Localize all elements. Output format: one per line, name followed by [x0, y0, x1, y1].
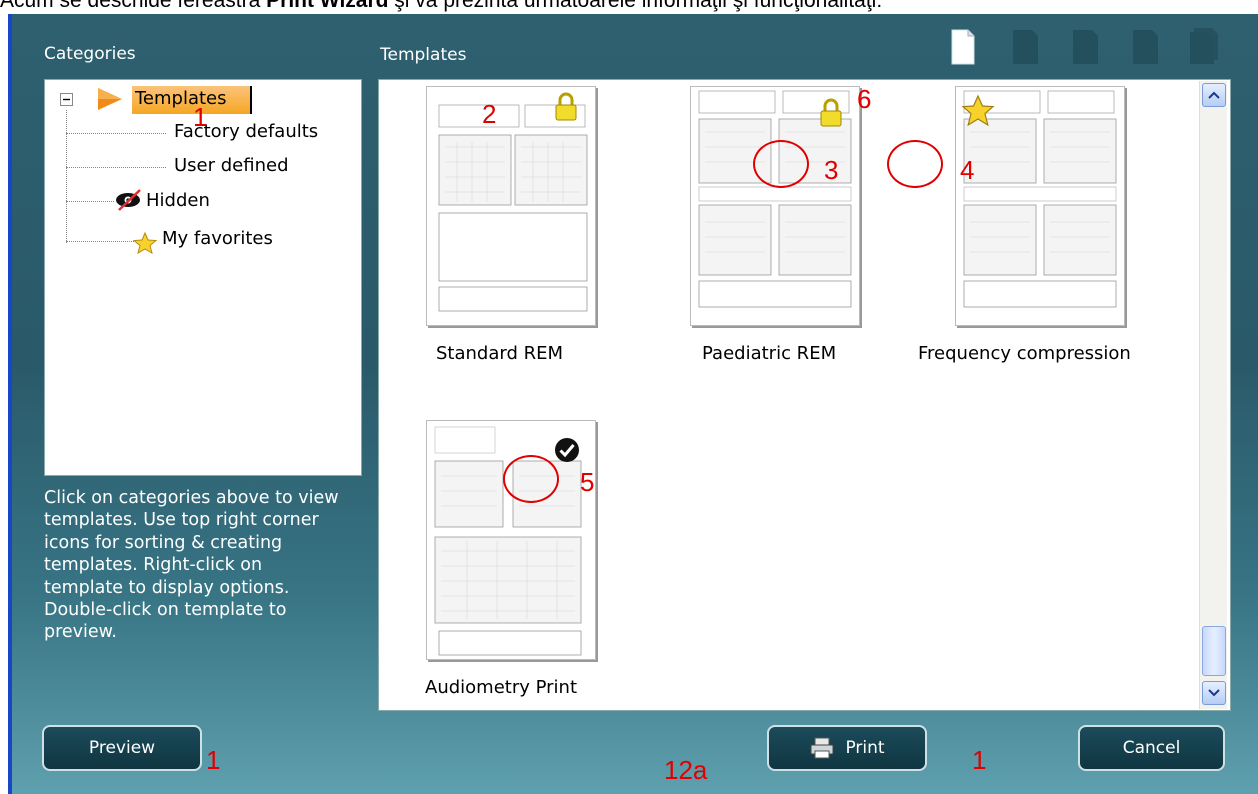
annotation-circle — [753, 140, 809, 188]
templates-arrow-icon — [98, 88, 122, 110]
caption-bold: Print Wizard — [266, 0, 389, 12]
caption-prefix: Acum se deschide fereastra — [0, 0, 267, 12]
tree-guide-branch — [66, 201, 114, 202]
printer-icon — [810, 737, 834, 759]
page-view-icon-3[interactable] — [1130, 26, 1160, 66]
annotation-marker: 1 — [206, 745, 221, 775]
annotation-marker: 1 — [972, 745, 987, 775]
template-label-frequency-compression: Frequency compression — [918, 343, 1131, 364]
template-thumbnail-standard-rem[interactable] — [426, 86, 596, 326]
templates-scrollbar[interactable] — [1199, 81, 1227, 709]
annotation-marker: 3 — [824, 155, 839, 185]
annotation-marker: 5 — [580, 467, 595, 497]
collapse-icon[interactable] — [60, 93, 73, 106]
tree-guide-branch — [66, 167, 166, 168]
tree-item-my-favorites[interactable]: My favorites — [162, 228, 273, 249]
template-label-paediatric-rem: Paediatric REM — [702, 343, 837, 364]
categories-heading: Categories — [44, 44, 136, 64]
hidden-eye-icon — [116, 189, 141, 211]
template-preview-image — [438, 104, 588, 312]
tree-guide-branch — [66, 241, 134, 242]
star-icon — [961, 94, 995, 127]
annotation-circle — [503, 455, 559, 503]
scroll-thumb[interactable] — [1202, 626, 1226, 676]
tree-item-templates[interactable]: Templates — [132, 86, 252, 114]
lock-icon — [820, 98, 842, 127]
star-icon — [132, 232, 158, 254]
caption-suffix: şi va prezinta urmatoarele informaţii şi… — [388, 0, 883, 12]
scroll-up-button[interactable] — [1202, 83, 1226, 107]
print-button-label: Print — [845, 738, 885, 758]
templates-heading: Templates — [380, 45, 467, 65]
tree-guide-branch — [66, 133, 166, 134]
annotation-marker: 1 — [193, 102, 208, 132]
cancel-button[interactable]: Cancel — [1078, 725, 1225, 771]
chevron-up-icon — [1208, 91, 1220, 99]
annotation-marker: 12a — [664, 755, 708, 785]
help-text: Click on categories above to view templa… — [44, 488, 339, 643]
tree-item-user-defined[interactable]: User defined — [174, 155, 289, 176]
annotation-marker: 4 — [960, 155, 975, 185]
checkmark-icon — [555, 438, 579, 462]
template-label-standard-rem: Standard REM — [436, 343, 564, 364]
preview-button-label: Preview — [88, 738, 156, 758]
lock-icon — [555, 92, 577, 121]
scroll-down-button[interactable] — [1202, 681, 1226, 705]
tree-item-hidden[interactable]: Hidden — [146, 190, 210, 211]
cancel-button-label: Cancel — [1122, 738, 1181, 758]
preview-button[interactable]: Preview — [42, 725, 202, 771]
new-template-icon[interactable] — [950, 26, 976, 66]
template-label-audiometry-print: Audiometry Print — [425, 677, 578, 698]
annotation-circle — [887, 140, 943, 188]
annotation-marker: 2 — [482, 99, 497, 129]
annotation-marker: 6 — [857, 84, 872, 114]
tree-guide-line — [66, 110, 67, 243]
page-view-icon-2[interactable] — [1070, 26, 1100, 66]
page-view-icon-1[interactable] — [1010, 26, 1040, 66]
page-stack-icon[interactable] — [1186, 26, 1222, 66]
print-button[interactable]: Print — [767, 725, 927, 771]
chevron-down-icon — [1208, 689, 1220, 697]
